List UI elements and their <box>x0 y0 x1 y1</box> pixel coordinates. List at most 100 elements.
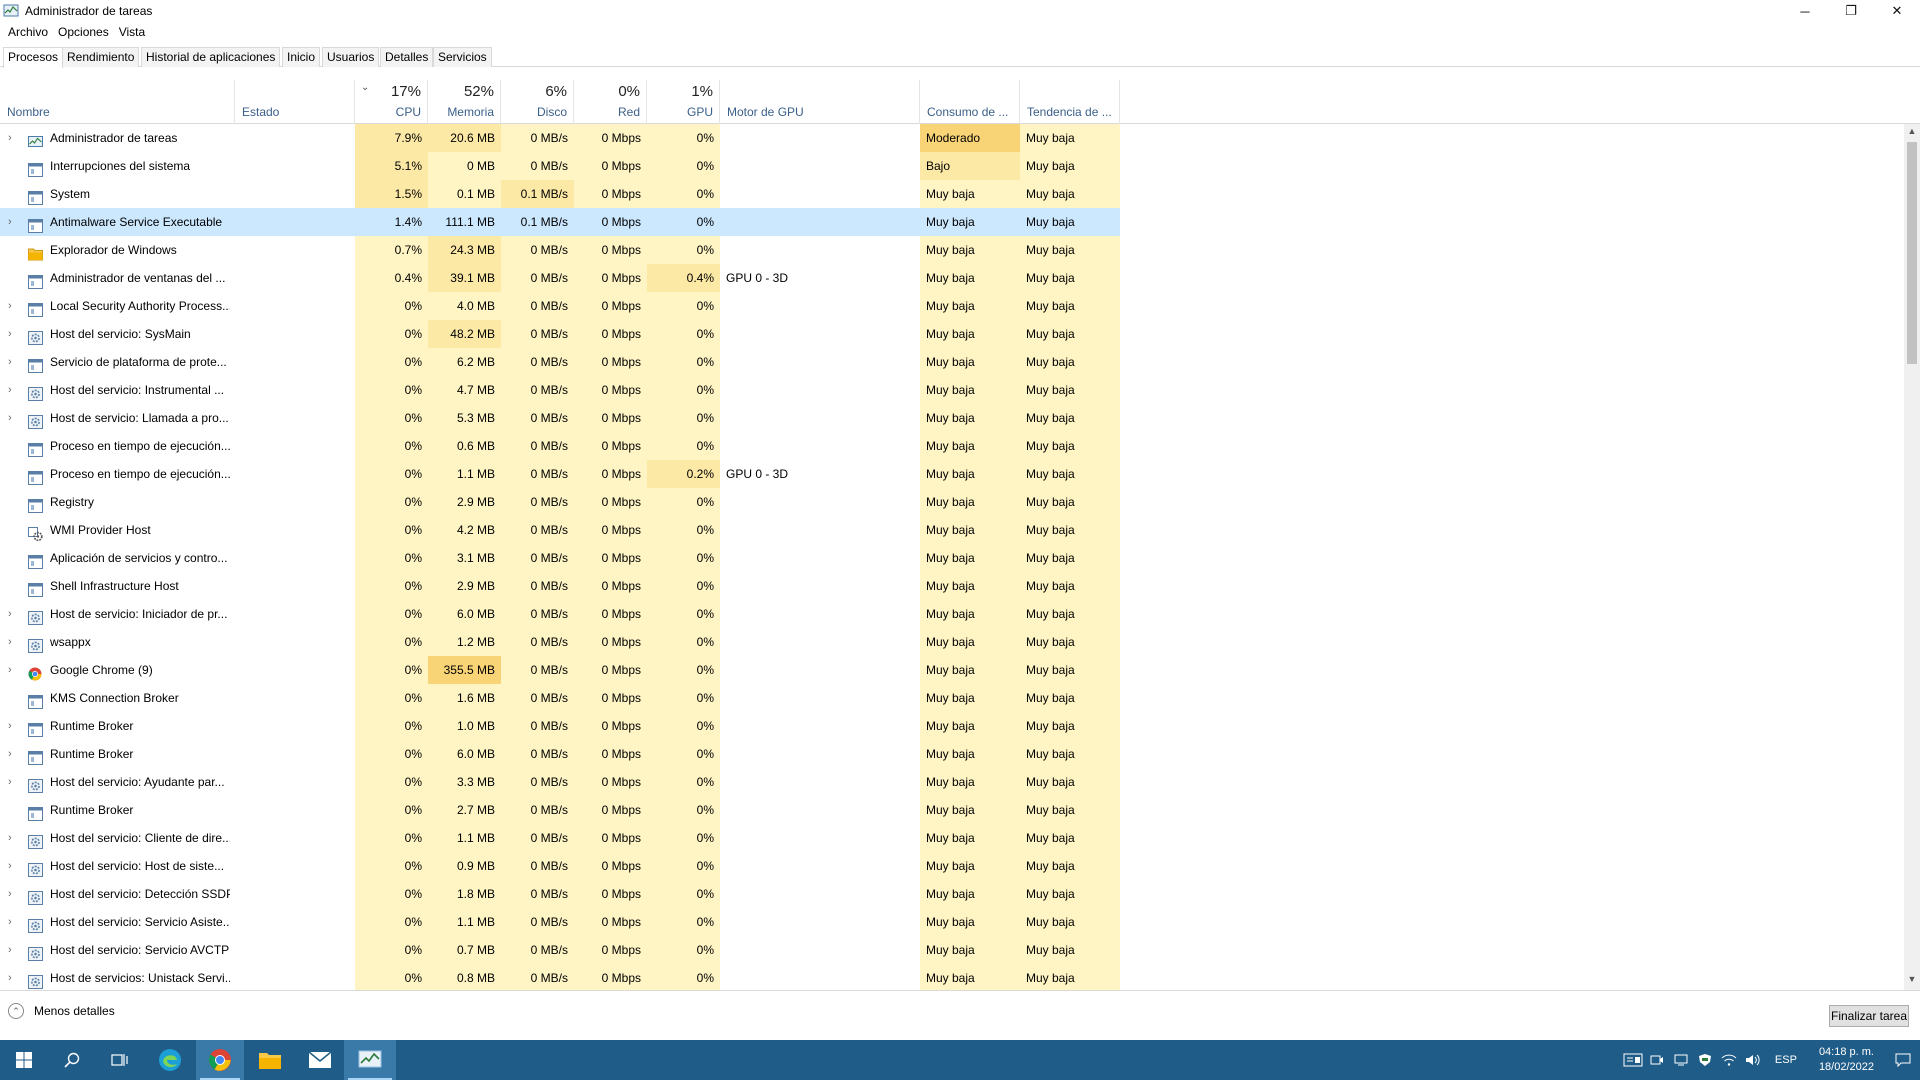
scroll-thumb[interactable] <box>1907 142 1917 364</box>
col-power-trend[interactable]: Tendencia de ... <box>1020 80 1120 124</box>
process-row[interactable]: › Local Security Authority Process... 0% 4.… <box>0 292 1904 320</box>
tab-rendimiento[interactable]: Rendimiento <box>62 47 140 67</box>
tab-historial[interactable]: Historial de aplicaciones <box>141 47 281 67</box>
process-power: Muy baja <box>920 404 1020 432</box>
process-row[interactable]: › Servicio de plataforma de prote... 0% 6.2… <box>0 348 1904 376</box>
tab-inicio[interactable]: Inicio <box>282 47 321 67</box>
mail-icon[interactable] <box>296 1040 344 1080</box>
process-row[interactable]: Proceso en tiempo de ejecución... 0% 0.6 M… <box>0 432 1904 460</box>
expand-chevron-icon[interactable]: › <box>8 376 20 404</box>
col-cpu[interactable]: 17% CPU <box>355 80 428 124</box>
process-row[interactable]: Shell Infrastructure Host 0% 2.9 MB 0 MB/s 0… <box>0 572 1904 600</box>
edge-icon[interactable] <box>146 1040 194 1080</box>
process-row[interactable]: › Host del servicio: Detección SSDP 0% 1.8 … <box>0 880 1904 908</box>
col-memory[interactable]: 52% Memoria <box>428 80 501 124</box>
process-row[interactable]: › Host de servicio: Llamada a pro... 0% 5.3… <box>0 404 1904 432</box>
col-network[interactable]: 0% Red <box>574 80 647 124</box>
shield-icon[interactable] <box>1693 1040 1717 1080</box>
expand-chevron-icon[interactable]: › <box>8 824 20 852</box>
expand-chevron-icon[interactable]: › <box>8 712 20 740</box>
process-row[interactable]: › Administrador de tareas 7.9% 20.6 MB 0 MB/… <box>0 124 1904 152</box>
process-row[interactable]: › Host del servicio: Host de siste... 0% 0.… <box>0 852 1904 880</box>
expand-chevron-icon[interactable]: › <box>8 740 20 768</box>
process-row[interactable]: KMS Connection Broker 0% 1.6 MB 0 MB/s 0 Mbp… <box>0 684 1904 712</box>
display-icon[interactable] <box>1669 1040 1693 1080</box>
wifi-icon[interactable] <box>1717 1040 1741 1080</box>
process-name: Interrupciones del sistema <box>50 159 191 173</box>
process-row[interactable]: › Host del servicio: Instrumental ... 0% 4.… <box>0 376 1904 404</box>
notifications-icon[interactable] <box>1886 1040 1920 1080</box>
expand-chevron-icon[interactable]: › <box>8 208 20 236</box>
tab-usuarios[interactable]: Usuarios <box>322 47 380 67</box>
expand-chevron-icon[interactable]: › <box>8 124 20 152</box>
process-row[interactable]: › wsappx 0% 1.2 MB 0 MB/s 0 Mbps 0% Muy baja Muy… <box>0 628 1904 656</box>
tab-servicios[interactable]: Servicios <box>433 47 492 67</box>
process-row[interactable]: › Host del servicio: Cliente de dire... 0%… <box>0 824 1904 852</box>
menu-opciones[interactable]: Opciones <box>53 25 114 39</box>
process-row[interactable]: WMI Provider Host 0% 4.2 MB 0 MB/s 0 Mbps 0% M… <box>0 516 1904 544</box>
expand-chevron-icon[interactable]: › <box>8 628 20 656</box>
col-status[interactable]: Estado <box>235 80 355 124</box>
expand-chevron-icon[interactable]: › <box>8 348 20 376</box>
process-row[interactable]: Registry 0% 2.9 MB 0 MB/s 0 Mbps 0% Muy baja Mu… <box>0 488 1904 516</box>
task-view-icon[interactable] <box>96 1040 144 1080</box>
language-indicator[interactable]: ESP <box>1765 1054 1807 1066</box>
process-row[interactable]: › Antimalware Service Executable 1.4% 111.1… <box>0 208 1904 236</box>
process-row[interactable]: › Host de servicio: Iniciador de pr... 0% 6… <box>0 600 1904 628</box>
col-power[interactable]: Consumo de ... <box>920 80 1020 124</box>
process-gpu: 0% <box>647 208 720 236</box>
col-disk[interactable]: 6% Disco <box>501 80 574 124</box>
process-row[interactable]: Aplicación de servicios y contro... 0% 3.1… <box>0 544 1904 572</box>
process-row[interactable]: Proceso en tiempo de ejecución... 0% 1.1 M… <box>0 460 1904 488</box>
maximize-button[interactable]: ❐ <box>1828 0 1874 22</box>
process-row[interactable]: › Host del servicio: SysMain 0% 48.2 MB 0 MB… <box>0 320 1904 348</box>
close-button[interactable]: ✕ <box>1874 0 1920 22</box>
volume-icon[interactable] <box>1741 1040 1765 1080</box>
expand-chevron-icon[interactable]: › <box>8 908 20 936</box>
chrome-icon[interactable] <box>196 1040 244 1080</box>
scroll-up-icon[interactable]: ▲ <box>1904 126 1920 140</box>
search-icon[interactable] <box>48 1040 96 1080</box>
expand-chevron-icon[interactable]: › <box>8 320 20 348</box>
tab-procesos[interactable]: Procesos <box>3 47 64 68</box>
expand-chevron-icon[interactable]: › <box>8 936 20 964</box>
expand-chevron-icon[interactable]: › <box>8 852 20 880</box>
process-row[interactable]: › Runtime Broker 0% 6.0 MB 0 MB/s 0 Mbps 0% Muy… <box>0 740 1904 768</box>
minimize-button[interactable]: ─ <box>1782 0 1828 22</box>
col-name[interactable]: Nombre <box>0 80 235 124</box>
expand-chevron-icon[interactable]: › <box>8 880 20 908</box>
process-row[interactable]: › Google Chrome (9) 0% 355.5 MB 0 MB/s 0 Mbps… <box>0 656 1904 684</box>
expand-chevron-icon[interactable]: › <box>8 404 20 432</box>
less-details-button[interactable]: ⌃ Menos detalles <box>8 1003 115 1019</box>
scroll-down-icon[interactable]: ▼ <box>1904 974 1920 988</box>
process-row[interactable]: System 1.5% 0.1 MB 0.1 MB/s 0 Mbps 0% Muy baja… <box>0 180 1904 208</box>
clock[interactable]: 04:18 p. m. 18/02/2022 <box>1807 1045 1886 1075</box>
expand-chevron-icon[interactable]: › <box>8 768 20 796</box>
news-icon[interactable] <box>1621 1040 1645 1080</box>
process-row[interactable]: Administrador de ventanas del ... 0.4% 39.… <box>0 264 1904 292</box>
col-gpu[interactable]: 1% GPU <box>647 80 720 124</box>
meet-icon[interactable] <box>1645 1040 1669 1080</box>
process-row[interactable]: › Host del servicio: Ayudante par... 0% 3.3… <box>0 768 1904 796</box>
expand-chevron-icon[interactable]: › <box>8 600 20 628</box>
process-gpu-engine <box>720 376 920 404</box>
expand-chevron-icon[interactable]: › <box>8 292 20 320</box>
process-row[interactable]: › Host del servicio: Servicio AVCTP 0% 0.7 … <box>0 936 1904 964</box>
process-row[interactable]: › Host de servicios: Unistack Servi... 0% 0… <box>0 964 1904 990</box>
col-gpu-engine[interactable]: Motor de GPU <box>720 80 920 124</box>
file-explorer-icon[interactable] <box>246 1040 294 1080</box>
process-row[interactable]: › Host del servicio: Servicio Asiste... 0%… <box>0 908 1904 936</box>
process-row[interactable]: › Runtime Broker 0% 1.0 MB 0 MB/s 0 Mbps 0% Muy… <box>0 712 1904 740</box>
windows-start-icon[interactable] <box>0 1040 48 1080</box>
end-task-button[interactable]: Finalizar tarea <box>1829 1005 1909 1027</box>
process-row[interactable]: Interrupciones del sistema 5.1% 0 MB 0 MB/s… <box>0 152 1904 180</box>
tab-detalles[interactable]: Detalles <box>380 47 434 67</box>
menu-archivo[interactable]: Archivo <box>3 25 53 39</box>
process-row[interactable]: Explorador de Windows 0.7% 24.3 MB 0 MB/s 0 … <box>0 236 1904 264</box>
expand-chevron-icon[interactable]: › <box>8 964 20 990</box>
expand-chevron-icon[interactable]: › <box>8 656 20 684</box>
task-manager-taskbar-icon[interactable] <box>344 1040 396 1080</box>
menu-vista[interactable]: Vista <box>114 25 150 39</box>
vertical-scrollbar[interactable]: ▲ ▼ <box>1904 124 1920 990</box>
process-row[interactable]: Runtime Broker 0% 2.7 MB 0 MB/s 0 Mbps 0% Muy … <box>0 796 1904 824</box>
